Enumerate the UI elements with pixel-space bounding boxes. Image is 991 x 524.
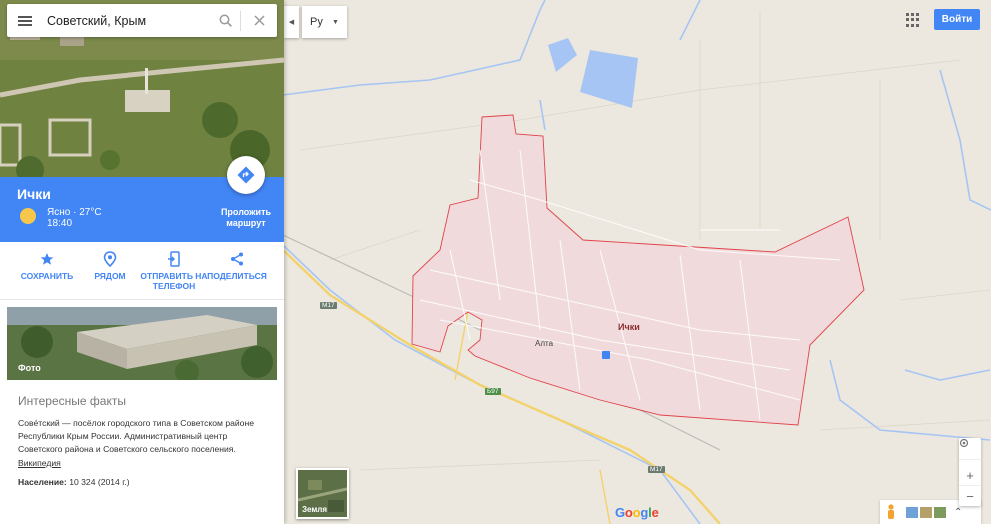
directions-button[interactable] xyxy=(227,156,265,194)
facts-text: Сове́тский — посёлок городского типа в С… xyxy=(18,417,268,470)
photo-label: Фото xyxy=(18,363,41,373)
poi-label[interactable]: Алта xyxy=(535,339,553,348)
weather-info: Ясно · 27°C 18:40 xyxy=(47,207,102,229)
photo-image xyxy=(7,307,277,380)
collapse-panel-button[interactable]: ◀ xyxy=(284,6,299,38)
facts-heading: Интересные факты xyxy=(18,394,126,408)
zoom-in-button[interactable]: + xyxy=(959,466,981,486)
hamburger-icon xyxy=(18,15,32,26)
zoom-controls: + − xyxy=(959,438,981,506)
search-input[interactable]: Советский, Крым xyxy=(43,14,210,28)
facts-body: Сове́тский — посёлок городского типа в С… xyxy=(18,418,254,455)
send-to-phone-button[interactable]: ОТПРАВИТЬ НА ТЕЛЕФОН xyxy=(138,250,210,291)
directions-icon xyxy=(237,166,255,184)
share-button[interactable]: ПОДЕЛИТЬСЯ xyxy=(201,250,273,281)
save-label: СОХРАНИТЬ xyxy=(20,271,74,281)
dropdown-arrow-icon: ▼ xyxy=(332,18,339,26)
imagery-thumbnails[interactable] xyxy=(906,506,948,518)
expand-icon[interactable]: ⌃ xyxy=(954,507,962,518)
star-icon xyxy=(11,250,83,268)
share-icon xyxy=(201,250,273,268)
photo-thumbnail[interactable]: Фото xyxy=(7,307,277,380)
nearby-label: РЯДОМ xyxy=(94,271,126,281)
weather-text: Ясно · 27°C xyxy=(47,207,102,218)
population-value: 10 324 (2014 г.) xyxy=(69,476,130,487)
wikipedia-link[interactable]: Википедия xyxy=(18,458,61,468)
language-code: Ру xyxy=(310,16,323,28)
place-title: Ички xyxy=(17,186,51,202)
route-label[interactable]: Проложить маршрут xyxy=(206,207,284,229)
road-tag: M17 xyxy=(320,302,337,309)
zoom-out-button[interactable]: − xyxy=(959,486,981,506)
share-label: ПОДЕЛИТЬСЯ xyxy=(207,271,267,281)
signin-button[interactable]: Войти xyxy=(934,9,980,30)
google-logo: Google xyxy=(615,505,659,520)
road-tag: M17 xyxy=(648,466,665,473)
population-label: Население: xyxy=(18,476,67,487)
menu-button[interactable] xyxy=(7,4,43,37)
road-tag: Б97 xyxy=(485,388,501,395)
my-location-icon[interactable] xyxy=(959,438,981,460)
side-panel: Советский, Крым Ички Ясно · 27°C 18:40 П… xyxy=(0,0,284,524)
action-row: СОХРАНИТЬ РЯДОМ ОТПРАВИТЬ НА ТЕЛЕФОН ПОД… xyxy=(0,242,284,300)
pegman-icon[interactable] xyxy=(886,504,896,520)
close-icon[interactable] xyxy=(241,4,277,37)
apps-grid-icon[interactable] xyxy=(906,13,920,27)
sun-icon xyxy=(20,208,36,224)
search-icon[interactable] xyxy=(210,4,240,37)
send-to-phone-icon xyxy=(138,250,210,268)
save-button[interactable]: СОХРАНИТЬ xyxy=(11,250,83,281)
earth-view-toggle[interactable]: Земля xyxy=(296,468,349,519)
nearby-button[interactable]: РЯДОМ xyxy=(74,250,146,281)
language-select[interactable]: Ру ▼ xyxy=(302,6,347,38)
location-icon xyxy=(74,250,146,268)
search-box[interactable]: Советский, Крым xyxy=(7,4,277,37)
bus-stop-icon[interactable] xyxy=(602,351,610,359)
population-row: Население: 10 324 (2014 г.) xyxy=(18,477,268,487)
send-to-phone-label: ОТПРАВИТЬ НА ТЕЛЕФОН xyxy=(140,271,208,291)
town-label[interactable]: Ички xyxy=(618,322,640,332)
interesting-facts: Интересные факты Сове́тский — посёлок го… xyxy=(18,394,268,487)
local-time: 18:40 xyxy=(47,218,73,229)
earth-label: Земля xyxy=(302,505,328,514)
